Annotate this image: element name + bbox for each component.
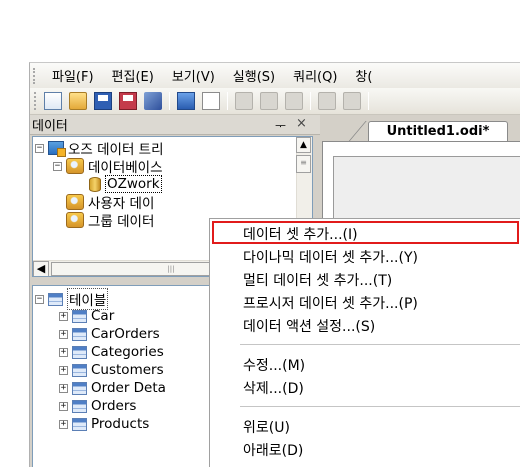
table-row[interactable]: + CarOrders [59, 325, 160, 343]
menu-grip-handle[interactable] [33, 67, 42, 84]
table-label: Categories [91, 344, 164, 360]
collapse-icon[interactable]: − [35, 294, 44, 304]
paste-icon[interactable] [285, 92, 303, 110]
group-data-icon [66, 212, 84, 228]
toolbar-separator [169, 92, 170, 110]
database-icon[interactable] [177, 92, 195, 110]
pin-icon[interactable]: ᅮ [275, 117, 286, 134]
menu-window[interactable]: 창( [355, 66, 372, 85]
collapse-icon[interactable]: − [35, 143, 44, 153]
table-row[interactable]: + Order Deta [59, 379, 166, 397]
open-folder-icon[interactable] [69, 92, 87, 110]
table-row[interactable]: + Categories [59, 343, 164, 361]
table-label: Orders [91, 398, 137, 414]
data-tree-icon [48, 141, 66, 157]
toolbar-grip-handle[interactable] [34, 92, 38, 110]
tree-label-connection: OZwork [105, 175, 162, 193]
tree-label-user-data: 사용자 데이 [88, 196, 155, 212]
save-all-icon[interactable] [119, 92, 137, 110]
tree-node-tables[interactable]: − 테이블 [35, 288, 109, 310]
table-label: Car [91, 308, 115, 324]
expand-icon[interactable]: + [59, 401, 68, 411]
table-icon [72, 309, 87, 323]
collapse-icon[interactable]: − [53, 161, 62, 171]
menu-view[interactable]: 보기(V) [172, 66, 215, 85]
menu-add-procedure-dataset[interactable]: 프로시저 데이터 셋 추가...(P) [243, 293, 418, 313]
data-panel-header: 데이터 ᅮ × [30, 115, 320, 135]
table-label: Customers [91, 362, 164, 378]
tree-node-group-data[interactable]: 그룹 데이터 [53, 211, 155, 230]
save-icon[interactable] [94, 92, 112, 110]
expand-icon[interactable]: + [59, 311, 68, 321]
table-icon [72, 399, 87, 413]
scroll-thumb[interactable]: ≡ [296, 155, 311, 173]
database-folder-icon [66, 158, 84, 174]
main-toolbar [30, 88, 520, 115]
menu-add-multi-dataset[interactable]: 멀티 데이터 셋 추가...(T) [243, 270, 392, 290]
menu-data-action-settings[interactable]: 데이터 액션 설정...(S) [243, 316, 375, 336]
tab-untitled1[interactable]: Untitled1.odi* [368, 121, 508, 141]
table-label: Order Deta [91, 380, 166, 396]
menu-move-down[interactable]: 아래로(D) [243, 440, 303, 460]
menu-separator [240, 344, 520, 345]
tree-label-root: 오즈 데이터 트리 [68, 142, 164, 158]
table-icon [72, 363, 87, 377]
expand-icon[interactable]: + [59, 365, 68, 375]
tree-node-database[interactable]: − 데이터베이스 [53, 157, 163, 176]
close-icon[interactable]: × [296, 116, 307, 131]
menu-separator [240, 406, 520, 407]
expand-icon[interactable]: + [59, 383, 68, 393]
edit-pen-icon[interactable] [144, 92, 162, 110]
toolbar-separator [310, 92, 311, 110]
table-label: Products [91, 416, 150, 432]
menu-file[interactable]: 파일(F) [52, 66, 94, 85]
expand-icon[interactable]: + [59, 419, 68, 429]
expand-icon[interactable]: + [59, 329, 68, 339]
menu-modify[interactable]: 수정...(M) [243, 355, 305, 375]
copy-icon[interactable] [260, 92, 278, 110]
table-row[interactable]: + Car [59, 307, 114, 325]
table-icon [72, 417, 87, 431]
tree-node-connection[interactable]: OZwork [89, 175, 162, 193]
tree-node-root[interactable]: − 오즈 데이터 트리 [35, 139, 164, 158]
data-panel-title: 데이터 [32, 119, 68, 134]
toolbar-separator [227, 92, 228, 110]
new-report-icon[interactable] [44, 92, 62, 110]
table-icon [72, 345, 87, 359]
cut-icon[interactable] [235, 92, 253, 110]
table-icon [72, 327, 87, 341]
table-row[interactable]: + Customers [59, 361, 164, 379]
menu-add-dataset[interactable]: 데이터 셋 추가...(I) [243, 224, 358, 244]
toolbar-separator [368, 92, 369, 110]
menu-delete[interactable]: 삭제...(D) [243, 378, 304, 398]
table-label: CarOrders [91, 326, 160, 342]
redo-icon[interactable] [343, 92, 361, 110]
menu-move-up[interactable]: 위로(U) [243, 417, 290, 437]
expand-icon[interactable]: + [59, 347, 68, 357]
menu-bar: 파일(F) 편집(E) 보기(V) 실행(S) 쿼리(Q) 창( [30, 63, 520, 88]
menu-add-dynamic-dataset[interactable]: 다이나믹 데이터 셋 추가...(Y) [243, 247, 418, 267]
undo-icon[interactable] [318, 92, 336, 110]
table-icon [48, 292, 63, 306]
menu-query[interactable]: 쿼리(Q) [293, 66, 337, 85]
menu-run[interactable]: 실행(S) [233, 66, 275, 85]
table-row[interactable]: + Products [59, 415, 149, 433]
properties-icon[interactable] [202, 92, 220, 110]
db-connection-icon [89, 176, 101, 192]
tree-node-user-data[interactable]: 사용자 데이 [53, 193, 155, 212]
menu-edit[interactable]: 편집(E) [112, 66, 154, 85]
table-icon [72, 381, 87, 395]
scroll-left-icon[interactable]: ◀ [33, 261, 49, 276]
scroll-up-icon[interactable]: ▲ [296, 137, 311, 153]
table-row[interactable]: + Orders [59, 397, 136, 415]
user-data-icon [66, 194, 84, 210]
tree-label-database: 데이터베이스 [88, 160, 163, 176]
tree-label-group-data: 그룹 데이터 [88, 214, 155, 230]
context-menu: 데이터 셋 추가...(I) 다이나믹 데이터 셋 추가...(Y) 멀티 데이… [209, 218, 520, 467]
